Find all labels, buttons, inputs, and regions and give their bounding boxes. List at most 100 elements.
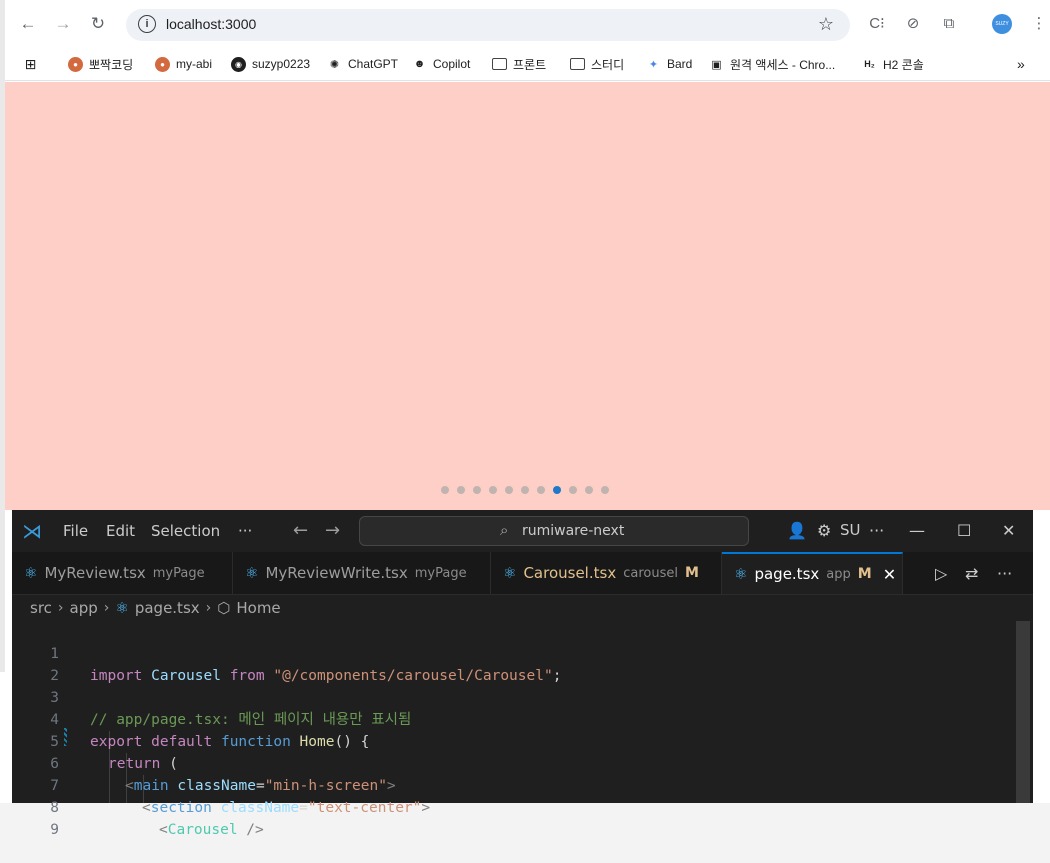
breadcrumb-file[interactable]: page.tsx: [135, 599, 200, 617]
forward-arrow-icon[interactable]: →: [50, 11, 76, 37]
background-window-bottom: [0, 672, 12, 803]
bookmarks-overflow-icon[interactable]: »: [1017, 53, 1025, 75]
carousel-dot[interactable]: [473, 486, 481, 494]
bookmark-star-icon[interactable]: ☆: [818, 14, 834, 35]
maximize-icon[interactable]: ☐: [957, 521, 971, 540]
carousel-dots: [441, 486, 609, 494]
compass-icon[interactable]: ⊘: [903, 14, 923, 34]
reload-icon[interactable]: ↻: [85, 11, 111, 37]
editor-more-icon[interactable]: ···: [997, 564, 1012, 583]
search-icon: ⌕: [500, 521, 509, 539]
carousel-dot[interactable]: [489, 486, 497, 494]
bookmark-folder[interactable]: 프론트: [492, 53, 546, 75]
address-bar[interactable]: i localhost:3000 ☆: [126, 9, 850, 41]
breadcrumb-symbol[interactable]: Home: [236, 599, 280, 617]
nav-forward-icon[interactable]: →: [325, 520, 340, 541]
bookmark-item[interactable]: ▣ 원격 액세스 - Chro...: [709, 53, 835, 75]
carousel-dot[interactable]: [569, 486, 577, 494]
remote-icon: ▣: [711, 58, 722, 71]
bookmark-item[interactable]: ✦ Bard: [646, 53, 692, 75]
h2-icon: H₂: [864, 59, 875, 69]
bookmark-item[interactable]: ● 뽀짝코딩: [68, 53, 133, 75]
code-line: 2: [50, 668, 59, 684]
bookmark-item[interactable]: H₂ H2 콘솔: [862, 53, 924, 75]
carousel-dot[interactable]: [457, 486, 465, 494]
bookmark-folder[interactable]: 스터디: [570, 53, 624, 75]
chatgpt-icon: ✺: [329, 58, 340, 71]
menu-more[interactable]: ···: [238, 522, 252, 540]
code-line: 4 export default function Home() {: [50, 712, 370, 750]
carousel-dot[interactable]: [585, 486, 593, 494]
carousel-dot-active[interactable]: [553, 486, 561, 494]
breadcrumb-app[interactable]: app: [70, 599, 98, 617]
carousel-dot[interactable]: [601, 486, 609, 494]
carousel-dot[interactable]: [505, 486, 513, 494]
close-tab-icon[interactable]: ✕: [883, 565, 896, 584]
chevron-right-icon: ›: [205, 600, 212, 616]
github-icon: ◉: [231, 56, 246, 72]
vscode-window: ⋊ File Edit Selection ··· ← → ⌕ rumiware…: [12, 510, 1033, 838]
extension-c-icon[interactable]: C⁝: [867, 14, 887, 34]
site-info-icon[interactable]: i: [138, 15, 156, 33]
breadcrumb-src[interactable]: src: [30, 599, 52, 617]
code-line: 5 return (: [50, 734, 178, 772]
tab-myreview[interactable]: ⚛ MyReview.tsx myPage: [12, 552, 233, 594]
bookmarks-bar: ⊞ ● 뽀짝코딩 ● my-abi ◉ suzyp0223 ✺ ChatGPT ☻ Cop…: [5, 48, 1050, 81]
chevron-right-icon: ›: [57, 600, 64, 616]
code-line: 6 <main className="min-h-screen">: [50, 756, 396, 794]
settings-gear-icon[interactable]: ⚙: [817, 521, 831, 540]
account-icon[interactable]: 👤: [787, 521, 807, 540]
code-line: 1 import Carousel from "@/components/car…: [50, 646, 562, 684]
code-line: 8 <Carousel />: [50, 800, 264, 838]
url-text[interactable]: localhost:3000: [166, 16, 256, 32]
page-viewport: [5, 82, 1050, 510]
account-initials[interactable]: SU: [840, 521, 861, 539]
copilot-icon: ☻: [413, 58, 426, 70]
brown-circle-icon: ●: [155, 56, 170, 72]
apps-grid-icon[interactable]: ⊞: [23, 53, 38, 75]
folder-icon: [492, 58, 507, 70]
menu-file[interactable]: File: [63, 522, 88, 540]
background-window-right: [1033, 672, 1050, 803]
tab-carousel[interactable]: ⚛ Carousel.tsx carousel M: [491, 552, 722, 594]
react-icon: ⚛: [115, 599, 129, 617]
workspace-name: rumiware-next: [522, 523, 625, 539]
bookmark-item[interactable]: ✺ ChatGPT: [327, 53, 398, 75]
code-line: 3 // app/page.tsx: 메인 페이지 내용만 표시됨: [50, 690, 412, 728]
breadcrumb: src › app › ⚛ page.tsx › ⬡ Home: [12, 595, 1033, 621]
bookmark-item[interactable]: ◉ suzyp0223: [231, 53, 310, 75]
editor-scrollbar[interactable]: [1016, 621, 1030, 803]
browser-menu-icon[interactable]: ⋮: [1029, 14, 1049, 34]
code-editor[interactable]: 1 import Carousel from "@/components/car…: [12, 621, 1033, 838]
close-window-icon[interactable]: ✕: [1002, 521, 1015, 540]
carousel-dot[interactable]: [441, 486, 449, 494]
run-icon[interactable]: ▷: [935, 564, 947, 583]
menu-edit[interactable]: Edit: [106, 522, 135, 540]
bookmark-item[interactable]: ● my-abi: [155, 53, 212, 75]
vscode-logo-icon: ⋊: [22, 519, 42, 543]
extensions-puzzle-icon[interactable]: ⧉: [939, 14, 959, 34]
react-icon: ⚛: [734, 565, 748, 583]
tab-myreviewwrite[interactable]: ⚛ MyReviewWrite.tsx myPage: [233, 552, 491, 594]
title-more[interactable]: ···: [869, 521, 884, 540]
brown-circle-icon: ●: [68, 56, 83, 72]
carousel-dot[interactable]: [537, 486, 545, 494]
code-line: 7 <section className="text-center">: [50, 778, 431, 816]
carousel-dot[interactable]: [521, 486, 529, 494]
profile-avatar[interactable]: SUZY: [992, 14, 1012, 34]
minimize-icon[interactable]: —: [909, 521, 925, 540]
code-line: 9: [50, 822, 59, 838]
command-center-search[interactable]: ⌕ rumiware-next: [359, 516, 749, 546]
react-icon: ⚛: [245, 564, 259, 582]
bookmark-item[interactable]: ☻ Copilot: [412, 53, 471, 75]
back-arrow-icon[interactable]: ←: [15, 11, 41, 37]
react-icon: ⚛: [24, 564, 38, 582]
source-control-compare-icon[interactable]: ⇄: [965, 564, 978, 583]
browser-toolbar: ← → ↻ i localhost:3000 ☆ C⁝ ⊘ ⧉ SUZY ⋮: [5, 0, 1050, 48]
menu-selection[interactable]: Selection: [151, 522, 220, 540]
tab-page[interactable]: ⚛ page.tsx app M ✕: [722, 552, 903, 594]
bard-icon: ✦: [648, 58, 659, 71]
react-icon: ⚛: [503, 564, 517, 582]
editor-tabs: ⚛ MyReview.tsx myPage ⚛ MyReviewWrite.ts…: [12, 552, 1033, 595]
nav-back-icon[interactable]: ←: [293, 520, 308, 541]
